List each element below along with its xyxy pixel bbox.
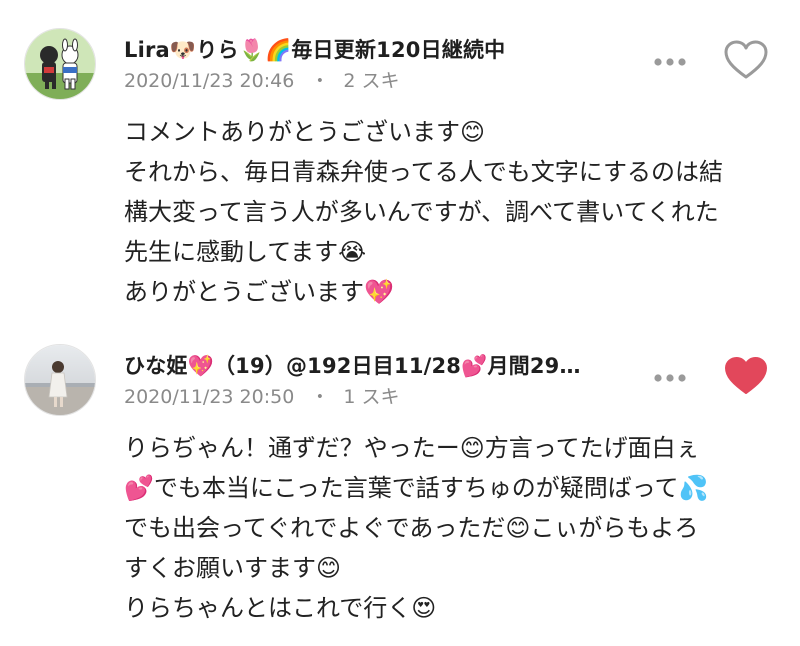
like-count[interactable]: 2 スキ [343,70,399,92]
heart-filled-icon[interactable] [724,356,768,396]
comment-line: でも出会ってぐれでよぐであっただ😊こぃがらもよろ [124,514,699,542]
comment-line: 先生に感動してます😭 [124,238,367,266]
comment-author[interactable]: Lira🐶りら🌷🌈毎日更新120日継続中 [124,34,505,64]
comment-line: すくお願いすます😊 [124,554,342,582]
meta-separator: ・ [310,386,330,408]
comment-body: りらぢゃん！通ずだ？やったー😊方言ってたげ面白ぇ 💕でも本当にこった言葉で話すち… [124,428,774,628]
comment-line: 構大変って言う人が多いんですが、調べて書いてくれた [124,198,719,226]
comment-meta: 2020/11/23 20:46 ・ 2 スキ [124,66,399,93]
comment-body: コメントありがとうございます😊 それから、毎日青森弁使ってる人でも文字にするのは… [124,112,774,312]
more-dots-icon[interactable] [652,372,688,384]
comment-line: それから、毎日青森弁使ってる人でも文字にするのは結 [124,158,724,186]
meta-separator: ・ [310,70,330,92]
comment-author[interactable]: ひな姫💖（19）@192日目11/28💕月間29… [124,350,581,380]
comment-meta: 2020/11/23 20:50 ・ 1 スキ [124,382,399,409]
comment-timestamp: 2020/11/23 20:50 [124,386,295,408]
comment-line: ありがとうございます💖 [124,278,394,306]
like-count[interactable]: 1 スキ [343,386,399,408]
more-dots-icon[interactable] [652,56,688,68]
comment-line: 💕でも本当にこった言葉で話すちゅのが疑問ばって💦 [124,474,709,502]
comment-line: コメントありがとうございます😊 [124,118,486,146]
avatar-image [25,29,95,99]
comment-line: りらちゃんとはこれで行く😍 [124,594,437,622]
heart-outline-icon[interactable] [724,40,768,80]
comment-timestamp: 2020/11/23 20:46 [124,70,295,92]
comment-line: りらぢゃん！通ずだ？やったー😊方言ってたげ面白ぇ [124,434,700,462]
avatar-image [25,345,95,415]
avatar[interactable] [24,28,96,100]
avatar[interactable] [24,344,96,416]
